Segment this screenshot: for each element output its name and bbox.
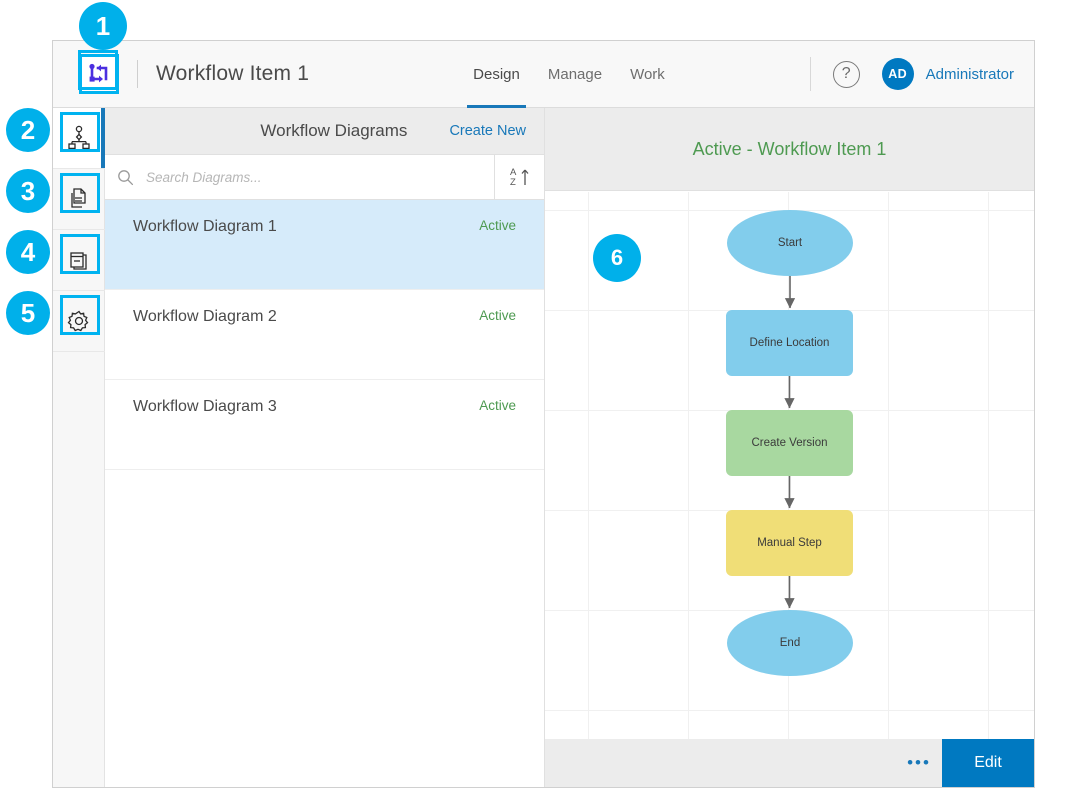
app-header: Workflow Item 1 Design Manage Work ? AD …	[53, 41, 1034, 108]
header-divider	[137, 60, 138, 88]
main-nav-tabs: Design Manage Work	[459, 41, 679, 108]
callout-3: 3	[6, 169, 50, 213]
sort-az-ascending-icon: A Z	[509, 165, 531, 189]
sidebar-item-templates[interactable]	[53, 169, 105, 230]
sidebar-item-jobs[interactable]	[53, 230, 105, 291]
more-options-button[interactable]: •••	[896, 739, 942, 787]
search-input[interactable]	[146, 170, 494, 185]
window-card-icon	[66, 247, 92, 273]
page-title: Workflow Item 1	[156, 62, 309, 86]
help-icon[interactable]: ?	[833, 61, 860, 88]
diagram-canvas-area: Active - Workflow Item 1 Start Define Loc…	[545, 108, 1034, 787]
diagram-list-panel: Workflow Diagrams Create New A	[105, 108, 545, 787]
flow-node[interactable]: Create Version	[726, 410, 853, 476]
hierarchy-icon	[66, 125, 92, 151]
app-logo[interactable]	[79, 54, 119, 94]
flow-node[interactable]: Manual Step	[726, 510, 853, 576]
status-badge: Active	[479, 398, 516, 413]
canvas-header: Active - Workflow Item 1	[545, 108, 1034, 191]
search-icon	[117, 169, 134, 186]
list-item-name: Workflow Diagram 1	[133, 218, 277, 236]
list-item[interactable]: Workflow Diagram 1 Active	[105, 200, 544, 290]
avatar[interactable]: AD	[882, 58, 914, 90]
sidebar-item-settings[interactable]	[53, 291, 105, 352]
callout-4: 4	[6, 230, 50, 274]
sort-az-button[interactable]: A Z	[494, 155, 544, 199]
callout-1: 1	[79, 2, 127, 50]
callout-2: 2	[6, 108, 50, 152]
copy-documents-icon	[66, 186, 92, 212]
app-body: Workflow Diagrams Create New A	[53, 108, 1034, 787]
gear-icon	[66, 308, 92, 334]
flow-node[interactable]: End	[727, 610, 853, 676]
search-row: A Z	[105, 155, 544, 200]
list-item-name: Workflow Diagram 2	[133, 308, 277, 326]
tab-work[interactable]: Work	[616, 41, 679, 108]
create-new-button[interactable]: Create New	[449, 123, 526, 139]
sidebar-item-diagrams[interactable]	[53, 108, 105, 169]
user-name-link[interactable]: Administrator	[926, 66, 1014, 83]
canvas-footer: ••• Edit	[545, 739, 1034, 787]
tab-manage[interactable]: Manage	[534, 41, 616, 108]
list-item[interactable]: Workflow Diagram 2 Active	[105, 290, 544, 380]
list-item[interactable]: Workflow Diagram 3 Active	[105, 380, 544, 470]
sidebar-rail	[53, 108, 105, 787]
workflow-arrows-icon	[86, 61, 112, 87]
header-right-divider	[810, 57, 811, 91]
search-box[interactable]	[105, 155, 494, 199]
screenshot-root: Workflow Item 1 Design Manage Work ? AD …	[0, 0, 1088, 788]
flow-node[interactable]: Define Location	[726, 310, 853, 376]
tab-design[interactable]: Design	[459, 41, 534, 108]
list-panel-title: Workflow Diagrams	[260, 121, 407, 141]
canvas-title: Active - Workflow Item 1	[693, 139, 887, 160]
callout-5: 5	[6, 291, 50, 335]
flow-node[interactable]: Start	[727, 210, 853, 276]
status-badge: Active	[479, 218, 516, 233]
callout-6: 6	[593, 234, 641, 282]
header-right-group: ? AD Administrator	[810, 57, 1034, 91]
edit-button[interactable]: Edit	[942, 739, 1034, 787]
svg-text:Z: Z	[510, 177, 516, 188]
list-item-name: Workflow Diagram 3	[133, 398, 277, 416]
application-window: Workflow Item 1 Design Manage Work ? AD …	[52, 40, 1035, 788]
status-badge: Active	[479, 308, 516, 323]
list-panel-header: Workflow Diagrams Create New	[105, 108, 544, 155]
